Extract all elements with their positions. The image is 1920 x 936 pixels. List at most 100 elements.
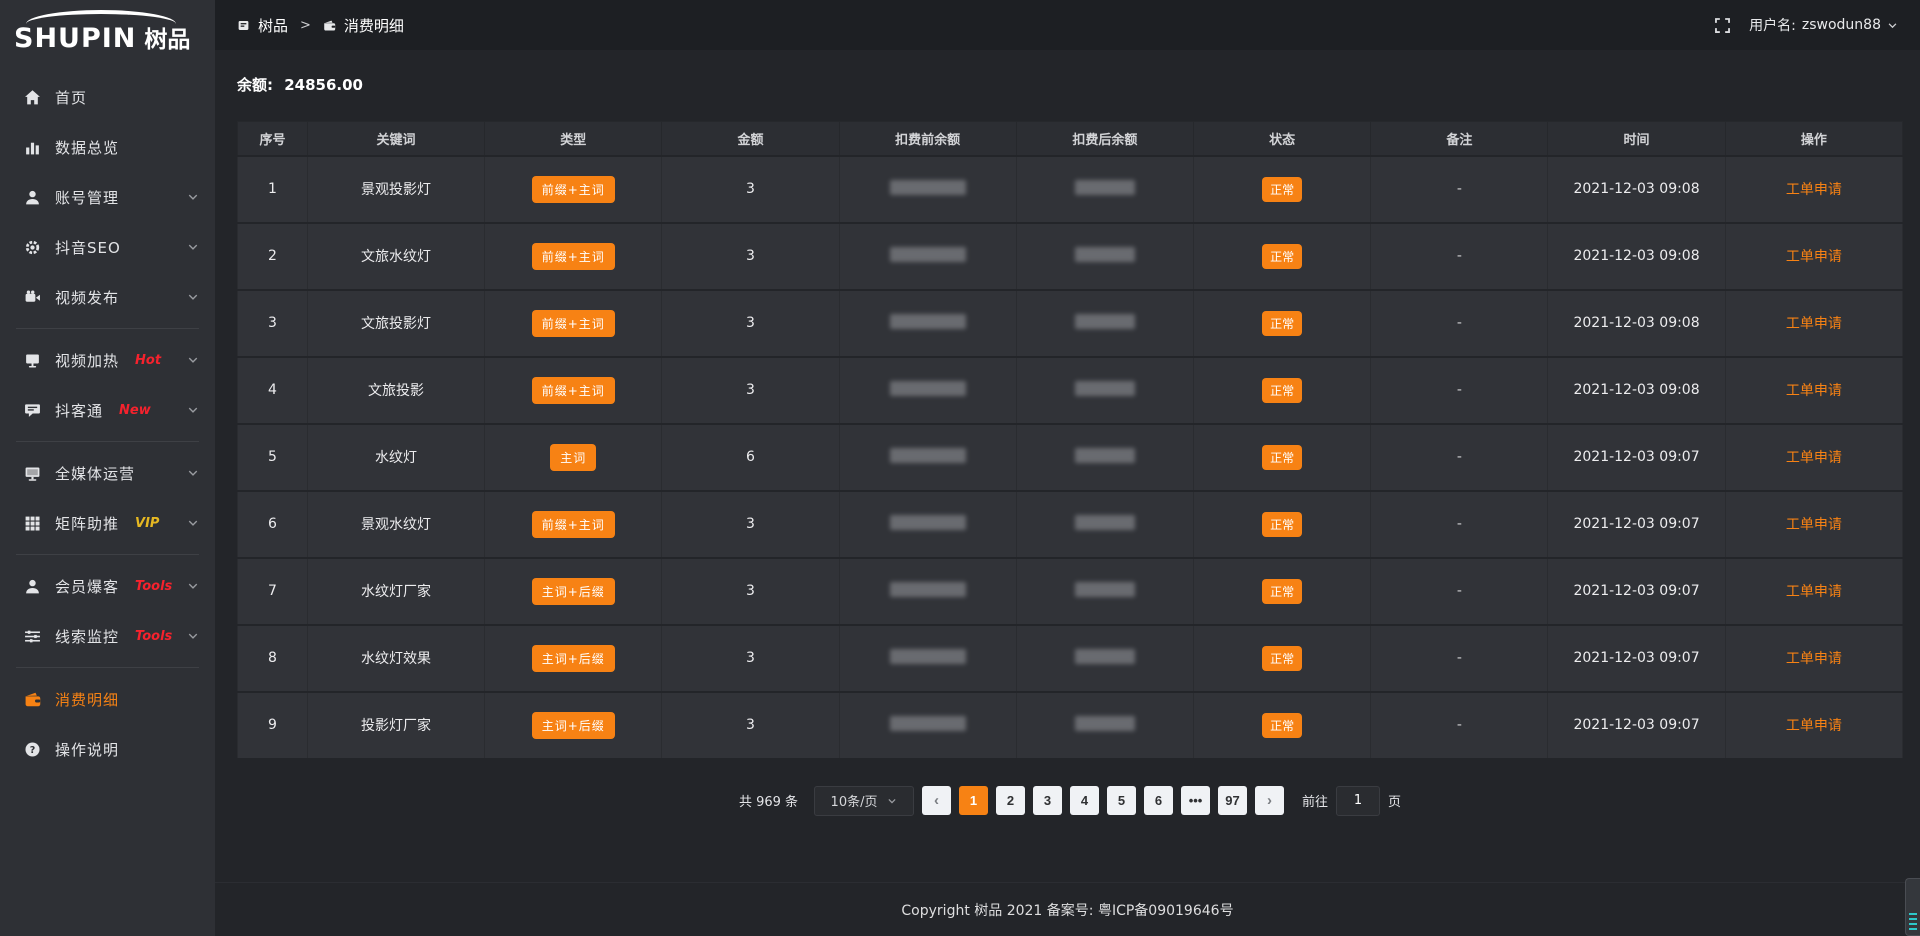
masked-value [890, 582, 966, 597]
page-button-4[interactable]: 4 [1070, 786, 1099, 815]
work-order-link[interactable]: 工单申请 [1786, 584, 1842, 600]
cell-keyword: 水纹灯效果 [307, 625, 484, 692]
sidebar-item-4[interactable]: 抖音SEO [0, 222, 215, 272]
cell-action: 工单申请 [1725, 424, 1902, 491]
cell-balance-before [839, 290, 1016, 357]
cell-action: 工单申请 [1725, 491, 1902, 558]
table-row: 3文旅投影灯前缀+主词3正常-2021-12-03 09:08工单申请 [238, 290, 1903, 357]
chevron-down-icon [887, 796, 897, 806]
sidebar-divider [16, 554, 199, 555]
main-column: 树品 > 消费明细 用户名: zswodun88 [215, 0, 1920, 936]
sidebar-item-10[interactable]: 会员爆客Tools [0, 561, 215, 611]
sidebar-item-2[interactable]: 数据总览 [0, 122, 215, 172]
column-header-3: 类型 [485, 122, 662, 156]
chevron-down-icon [187, 517, 199, 529]
home-icon [24, 89, 41, 106]
balance-value: 24856.00 [284, 76, 363, 94]
balance-summary: 余额: 24856.00 [237, 74, 1903, 95]
sidebar-item-6[interactable]: 视频加热Hot [0, 335, 215, 385]
sidebar-item-12[interactable]: 消费明细 [0, 674, 215, 724]
sidebar-item-5[interactable]: 视频发布 [0, 272, 215, 322]
sidebar-item-1[interactable]: 首页 [0, 72, 215, 122]
cell-amount: 3 [662, 692, 839, 759]
breadcrumb: 树品 > 消费明细 [237, 15, 404, 36]
sidebar-item-7[interactable]: 抖客通New [0, 385, 215, 435]
chevron-down-icon [187, 191, 199, 203]
cell-balance-before [839, 692, 1016, 759]
type-badge: 前缀+主词 [532, 511, 615, 538]
sidebar-item-9[interactable]: 矩阵助推VIP [0, 498, 215, 548]
page-size-select[interactable]: 10条/页 [814, 786, 914, 816]
page-size-value: 10条/页 [831, 791, 878, 810]
more-pages-button[interactable]: ••• [1181, 786, 1210, 815]
chevron-right-icon: › [1267, 792, 1272, 809]
work-order-link[interactable]: 工单申请 [1786, 450, 1842, 466]
masked-value [890, 649, 966, 664]
breadcrumb-separator: > [300, 18, 311, 33]
prev-page-button[interactable]: ‹ [922, 786, 951, 815]
cell-index: 4 [238, 357, 308, 424]
cell-remark: - [1371, 424, 1548, 491]
cell-balance-after [1016, 692, 1193, 759]
work-order-link[interactable]: 工单申请 [1786, 651, 1842, 667]
cell-type: 前缀+主词 [485, 223, 662, 290]
balance-label: 余额: [237, 76, 273, 94]
work-order-link[interactable]: 工单申请 [1786, 517, 1842, 533]
sidebar-item-8[interactable]: 全媒体运营 [0, 448, 215, 498]
user-menu[interactable]: 用户名: zswodun88 [1749, 15, 1898, 35]
work-order-link[interactable]: 工单申请 [1786, 182, 1842, 198]
cell-type: 主词 [485, 424, 662, 491]
fullscreen-icon[interactable] [1714, 17, 1731, 34]
work-order-link[interactable]: 工单申请 [1786, 718, 1842, 734]
cell-amount: 3 [662, 290, 839, 357]
goto-page-input[interactable] [1336, 786, 1380, 816]
cell-index: 2 [238, 223, 308, 290]
page-button-97[interactable]: 97 [1218, 786, 1247, 815]
masked-value [890, 448, 966, 463]
masked-value [1075, 448, 1135, 463]
work-order-link[interactable]: 工单申请 [1786, 383, 1842, 399]
column-header-4: 金额 [662, 122, 839, 156]
masked-value [1075, 515, 1135, 530]
work-order-link[interactable]: 工单申请 [1786, 316, 1842, 332]
chart-icon [24, 139, 41, 156]
status-badge: 正常 [1262, 512, 1302, 537]
table-row: 9投影灯厂家主词+后缀3正常-2021-12-03 09:07工单申请 [238, 692, 1903, 759]
sidebar-item-3[interactable]: 账号管理 [0, 172, 215, 222]
page-buttons: 123456 ••• 97 [959, 786, 1247, 815]
type-badge: 前缀+主词 [532, 243, 615, 270]
page-button-6[interactable]: 6 [1144, 786, 1173, 815]
status-badge: 正常 [1262, 378, 1302, 403]
cell-balance-after [1016, 156, 1193, 223]
video-icon [24, 289, 41, 306]
page-button-1[interactable]: 1 [959, 786, 988, 815]
sidebar-item-11[interactable]: 线索监控Tools [0, 611, 215, 661]
status-badge: 正常 [1262, 579, 1302, 604]
breadcrumb-root[interactable]: 树品 [258, 15, 288, 36]
logo[interactable]: SHUPIN 树品 [0, 0, 215, 60]
gear-icon [24, 239, 41, 256]
cell-type: 前缀+主词 [485, 491, 662, 558]
sliders-icon [24, 628, 41, 645]
cell-time: 2021-12-03 09:08 [1548, 357, 1725, 424]
page-button-3[interactable]: 3 [1033, 786, 1062, 815]
sidebar-divider [16, 441, 199, 442]
cell-type: 主词+后缀 [485, 692, 662, 759]
chevron-down-icon [187, 354, 199, 366]
column-header-7: 状态 [1194, 122, 1371, 156]
table-header-row: 序号关键词类型金额扣费前余额扣费后余额状态备注时间操作 [238, 122, 1903, 156]
masked-value [890, 716, 966, 731]
masked-value [1075, 180, 1135, 195]
floating-widget[interactable] [1905, 878, 1920, 936]
cell-time: 2021-12-03 09:07 [1548, 625, 1725, 692]
sidebar-item-label: 全媒体运营 [55, 463, 135, 484]
masked-value [1075, 314, 1135, 329]
cell-status: 正常 [1194, 558, 1371, 625]
work-order-link[interactable]: 工单申请 [1786, 249, 1842, 265]
page-button-5[interactable]: 5 [1107, 786, 1136, 815]
page-button-2[interactable]: 2 [996, 786, 1025, 815]
sidebar-item-13[interactable]: ?操作说明 [0, 724, 215, 774]
cell-balance-before [839, 491, 1016, 558]
next-page-button[interactable]: › [1255, 786, 1284, 815]
cell-action: 工单申请 [1725, 357, 1902, 424]
